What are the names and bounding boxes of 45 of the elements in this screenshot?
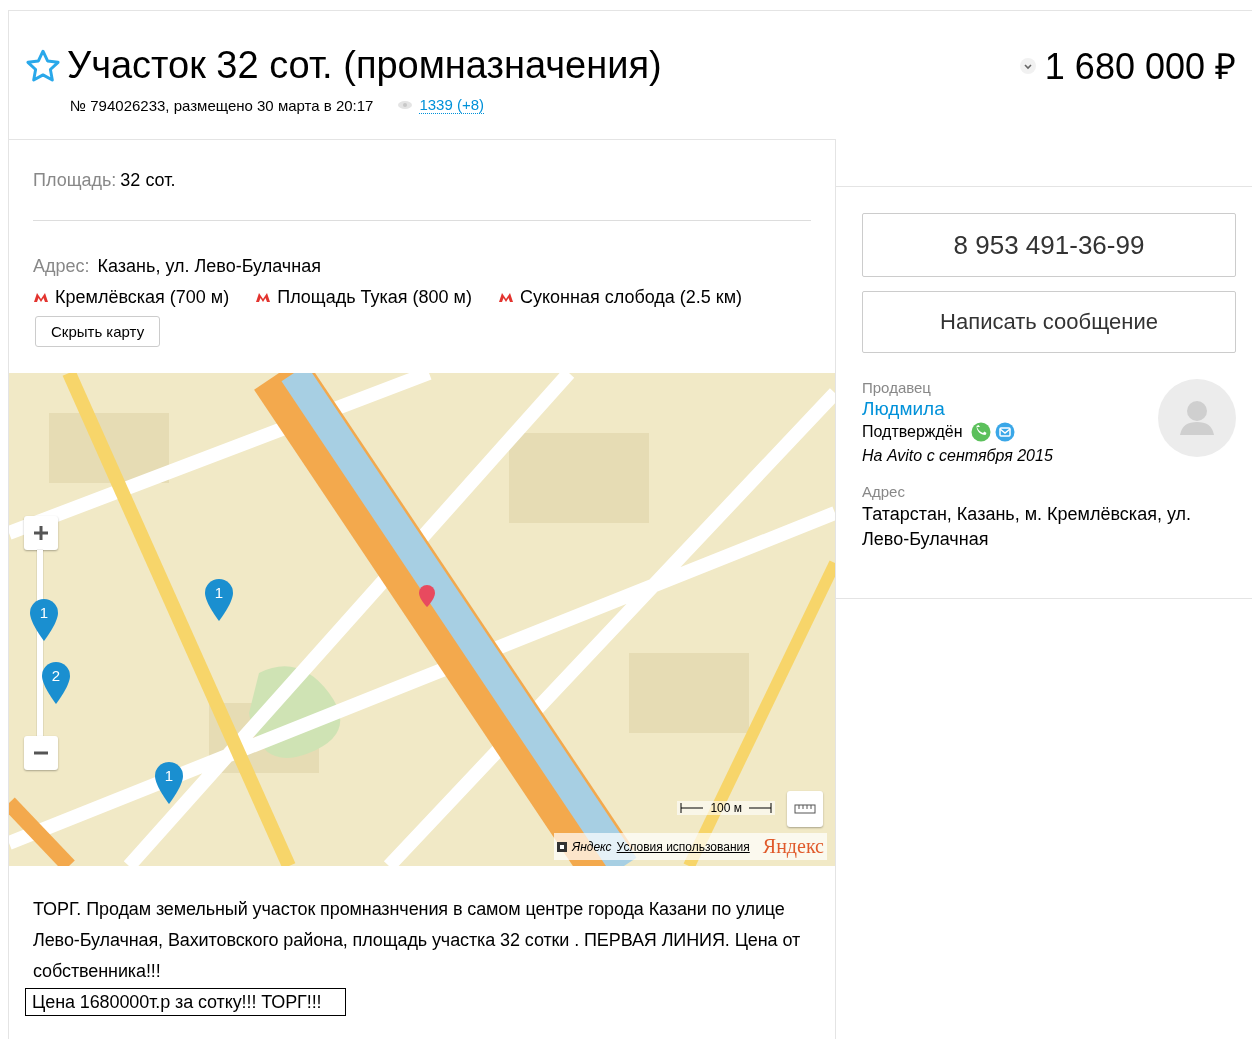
listing-title: Участок 32 сот. (промназначения) [67, 44, 663, 87]
price-note: Цена 1680000т.р за сотку!!! ТОРГ!!! [25, 988, 347, 1016]
map-attribution: Яндекс [571, 839, 612, 854]
scale-bar-icon [680, 803, 705, 813]
eye-icon [397, 100, 414, 110]
hide-map-button[interactable]: Скрыть карту [35, 316, 161, 347]
scale-bar-icon [748, 803, 772, 813]
metro-icon [497, 292, 514, 303]
listing-meta: № 794026233, размещено 30 марта в 20:17 [70, 96, 374, 114]
address-value: Казань, ул. Лево-Булачная [97, 256, 321, 277]
description-text: ТОРГ. Продам земельный участок промназнчения в самом центре города Казани по улице Лево-Булачная, Вахитовского района, площадь участка 32 сотки . ПЕРВАЯ ЛИНИЯ. Цена от собственника!!! [33, 898, 802, 983]
param-label: Площадь: [33, 170, 117, 191]
caret-icon[interactable] [1018, 56, 1037, 75]
zoom-in-button[interactable] [24, 516, 58, 550]
map-marker[interactable]: 2 [41, 661, 71, 705]
map-scale: 100 м [710, 801, 742, 815]
seller-address: Татарстан, Казань, м. Кремлёвская, ул. Лево-Булачная [862, 503, 1192, 551]
verified-label: Подтверждён [862, 423, 963, 441]
price: 1 680 000 ₽ [1044, 45, 1236, 89]
seller-label: Продавец [862, 379, 932, 396]
member-since: На Avito с сентября 2015 [862, 447, 1053, 465]
address-label: Адрес [862, 483, 906, 500]
map-marker[interactable]: 1 [29, 598, 59, 642]
message-button[interactable]: Написать сообщение [862, 291, 1236, 353]
ruler-button[interactable] [787, 791, 823, 827]
param-value: 32 сот. [120, 170, 176, 191]
avatar-icon [1158, 379, 1236, 457]
metro-station: Кремлёвская (700 м) [55, 287, 230, 308]
view-count[interactable]: 1339 (+8) [419, 96, 485, 114]
map-marker[interactable]: 1 [204, 578, 234, 622]
map-marker[interactable]: 1 [154, 761, 184, 805]
metro-icon [255, 292, 272, 303]
map-logo: Яндекс [762, 835, 824, 858]
metro-icon [33, 292, 49, 303]
metro-station: Площадь Тукая (800 м) [277, 287, 472, 308]
star-icon[interactable] [25, 48, 61, 83]
address-label: Адрес: [33, 256, 90, 277]
phone-button[interactable]: 8 953 491-36-99 [862, 213, 1236, 277]
seller-name[interactable]: Людмила [862, 398, 1053, 420]
ruler-icon [794, 804, 816, 814]
plus-icon [33, 525, 49, 541]
zoom-out-button[interactable] [24, 736, 58, 770]
map-data-icon [556, 841, 567, 852]
terms-link[interactable]: Условия использования [616, 839, 750, 854]
metro-station: Суконная слобода (2.5 км) [519, 287, 743, 308]
